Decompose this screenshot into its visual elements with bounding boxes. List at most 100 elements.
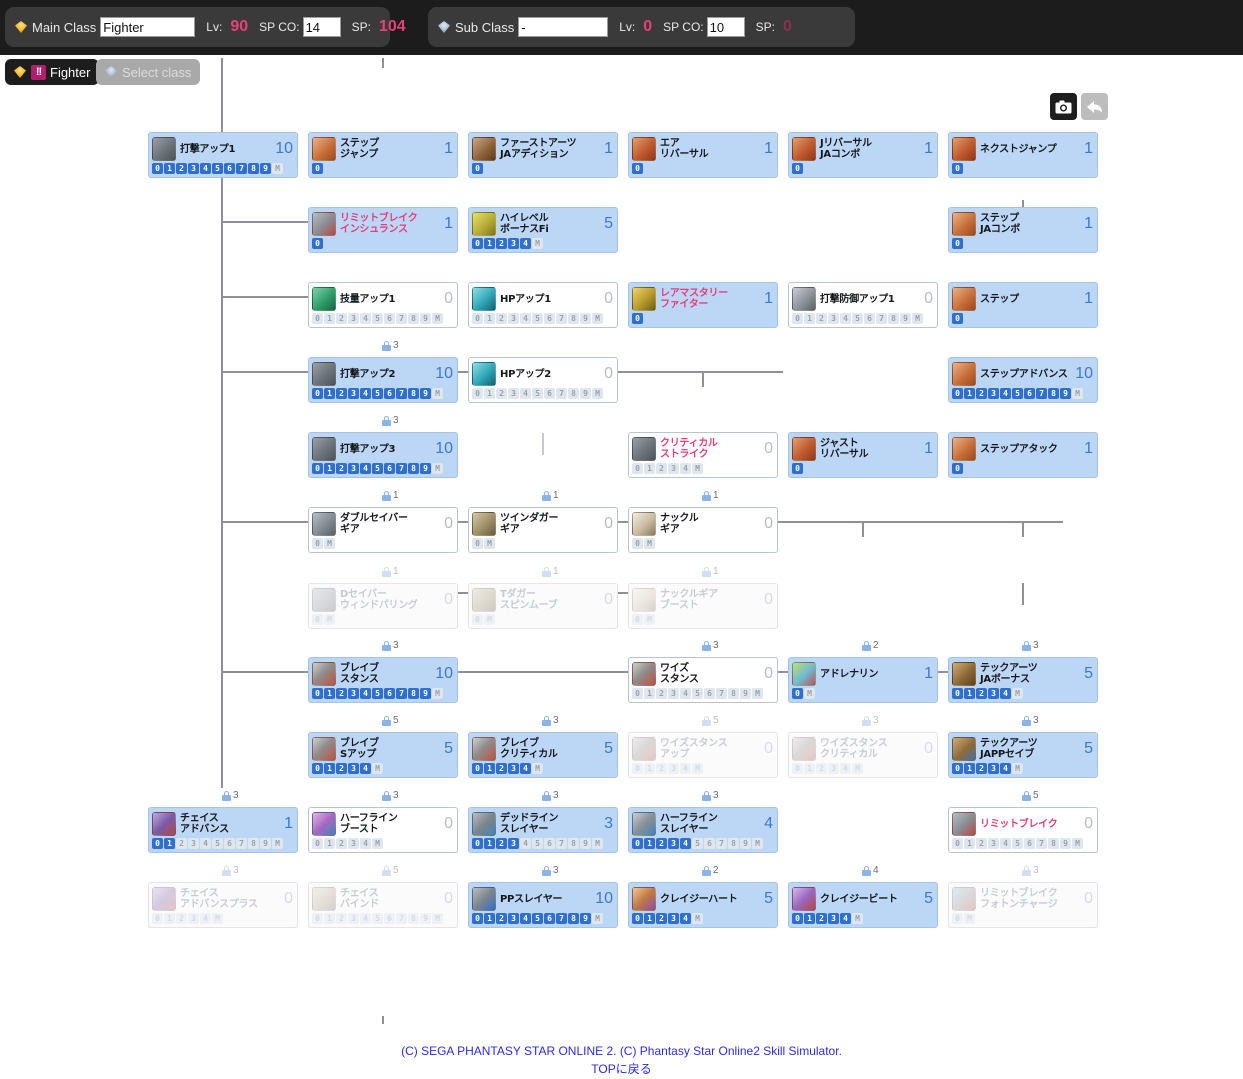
skill-pip-row[interactable]: 0M	[469, 614, 617, 627]
skill-card-knuckle-gear-boost[interactable]: ナックルギア ブースト 0 0 M	[628, 583, 778, 629]
skill-pip-row[interactable]: 0M	[469, 538, 617, 551]
pip-9[interactable]: 9	[1060, 388, 1071, 399]
pip-1[interactable]: 1	[964, 763, 975, 774]
pip-0[interactable]: 0	[152, 838, 163, 849]
pip-0[interactable]: 0	[312, 763, 323, 774]
skill-card-critical-strike[interactable]: クリティカル ストライク 0 0 1 2 3 4 M	[628, 432, 778, 478]
pip-0[interactable]: 0	[312, 238, 323, 249]
pip-2[interactable]: 2	[176, 913, 187, 924]
pip-9[interactable]: 9	[420, 913, 431, 924]
skill-card-next-jump[interactable]: ネクストジャンプ 1 0	[948, 132, 1098, 178]
pip-1[interactable]: 1	[324, 838, 335, 849]
skill-pip-row[interactable]: 0M	[629, 538, 777, 551]
pip-7[interactable]: 7	[876, 313, 887, 324]
pip-max[interactable]: M	[432, 313, 443, 324]
skill-card-brave-s-up[interactable]: ブレイブ Sアップ 5 0 1 2 3 4 M	[308, 732, 458, 778]
pip-6[interactable]: 6	[384, 913, 395, 924]
pip-2[interactable]: 2	[176, 163, 187, 174]
skill-pip-row[interactable]: 01234M	[629, 463, 777, 476]
skill-pip-row[interactable]: 01234M	[629, 763, 777, 776]
pip-4[interactable]: 4	[520, 238, 531, 249]
pip-1[interactable]: 1	[324, 913, 335, 924]
pip-0[interactable]: 0	[792, 163, 803, 174]
skill-card-step-ja-combo[interactable]: ステップ JAコンボ 1 0	[948, 207, 1098, 253]
pip-0[interactable]: 0	[792, 913, 803, 924]
pip-4[interactable]: 4	[680, 763, 691, 774]
pip-2[interactable]: 2	[496, 238, 507, 249]
skill-pip-row[interactable]: 0123456789M	[629, 688, 777, 701]
main-class-input[interactable]	[100, 17, 196, 37]
skill-pip-row[interactable]: 01234M	[469, 763, 617, 776]
pip-9[interactable]: 9	[1060, 838, 1071, 849]
pip-1[interactable]: 1	[964, 838, 975, 849]
skill-card-adrenaline[interactable]: アドレナリン 1 0 M	[788, 657, 938, 703]
pip-4[interactable]: 4	[200, 838, 211, 849]
skill-card-rare-mastery-fighter[interactable]: レアマスタリー ファイター 1 0	[628, 282, 778, 328]
pip-2[interactable]: 2	[656, 463, 667, 474]
pip-9[interactable]: 9	[420, 388, 431, 399]
pip-8[interactable]: 8	[888, 313, 899, 324]
pip-3[interactable]: 3	[508, 388, 519, 399]
pip-max[interactable]: M	[964, 913, 975, 924]
pip-max[interactable]: M	[1072, 838, 1083, 849]
skill-card-chase-bind[interactable]: チェイス バインド 0 0 1 2 3 4 5 6 7 8 9 M	[308, 882, 458, 928]
skill-pip-row[interactable]: 0M	[949, 913, 1097, 926]
pip-6[interactable]: 6	[704, 688, 715, 699]
pip-4[interactable]: 4	[1000, 688, 1011, 699]
pip-max[interactable]: M	[272, 163, 283, 174]
pip-6[interactable]: 6	[384, 463, 395, 474]
pip-2[interactable]: 2	[336, 313, 347, 324]
pip-max[interactable]: M	[592, 913, 603, 924]
skill-pip-row[interactable]: 01234M	[949, 763, 1097, 776]
pip-3[interactable]: 3	[348, 763, 359, 774]
undo-button[interactable]	[1081, 93, 1108, 120]
pip-4[interactable]: 4	[360, 388, 371, 399]
skill-card-chase-advance[interactable]: チェイス アドバンス 1 0 1 2 3 4 5 6 7 8 9 M	[148, 807, 298, 853]
pip-1[interactable]: 1	[804, 913, 815, 924]
pip-8[interactable]: 8	[568, 913, 579, 924]
pip-4[interactable]: 4	[680, 688, 691, 699]
skill-card-chase-advance-plus[interactable]: チェイス アドバンスプラス 0 0 1 2 3 4 M	[148, 882, 298, 928]
pip-max[interactable]: M	[692, 913, 703, 924]
pip-6[interactable]: 6	[544, 838, 555, 849]
pip-7[interactable]: 7	[556, 913, 567, 924]
pip-3[interactable]: 3	[668, 763, 679, 774]
skill-card-limit-break-photon-charge[interactable]: リミットブレイク フォトンチャージ 0 0 M	[948, 882, 1098, 928]
skill-pip-row[interactable]: 0	[629, 163, 777, 176]
pip-max[interactable]: M	[644, 538, 655, 549]
skill-pip-row[interactable]: 0	[309, 238, 457, 251]
pip-3[interactable]: 3	[508, 838, 519, 849]
pip-5[interactable]: 5	[852, 313, 863, 324]
pip-max[interactable]: M	[592, 313, 603, 324]
pip-0[interactable]: 0	[312, 538, 323, 549]
skill-card-brave-stance[interactable]: ブレイブ スタンス 10 0 1 2 3 4 5 6 7 8 9 M	[308, 657, 458, 703]
pip-0[interactable]: 0	[952, 763, 963, 774]
skill-pip-row[interactable]: 0123456789M	[309, 463, 457, 476]
skill-pip-row[interactable]: 0M	[309, 614, 457, 627]
skill-card-pp-slayer[interactable]: PPスレイヤー 10 0 1 2 3 4 5 6 7 8 9 M	[468, 882, 618, 928]
skill-card-just-reversal[interactable]: ジャスト リバーサル 1 0	[788, 432, 938, 478]
pip-8[interactable]: 8	[568, 313, 579, 324]
pip-4[interactable]: 4	[840, 763, 851, 774]
skill-pip-row[interactable]: 01234M	[309, 838, 457, 851]
pip-3[interactable]: 3	[348, 463, 359, 474]
pip-4[interactable]: 4	[360, 913, 371, 924]
pip-1[interactable]: 1	[484, 313, 495, 324]
pip-0[interactable]: 0	[632, 614, 643, 625]
pip-max[interactable]: M	[852, 763, 863, 774]
skill-pip-row[interactable]: 0123456789M	[309, 913, 457, 926]
pip-4[interactable]: 4	[200, 163, 211, 174]
pip-2[interactable]: 2	[496, 388, 507, 399]
pip-9[interactable]: 9	[260, 838, 271, 849]
pip-7[interactable]: 7	[556, 313, 567, 324]
pip-0[interactable]: 0	[632, 913, 643, 924]
pip-5[interactable]: 5	[1012, 838, 1023, 849]
pip-max[interactable]: M	[752, 688, 763, 699]
skill-card-hp-up-2[interactable]: HPアップ2 0 0 1 2 3 4 5 6 7 8 9 M	[468, 357, 618, 403]
pip-2[interactable]: 2	[816, 313, 827, 324]
skill-card-tech-arts-ja-pp-save[interactable]: テックアーツ JAPPセイブ 5 0 1 2 3 4 M	[948, 732, 1098, 778]
pip-4[interactable]: 4	[680, 838, 691, 849]
skill-pip-row[interactable]: 0123456789M	[469, 313, 617, 326]
pip-3[interactable]: 3	[508, 313, 519, 324]
skill-card-wise-stance-critical[interactable]: ワイズスタンス クリティカル 0 0 1 2 3 4 M	[788, 732, 938, 778]
